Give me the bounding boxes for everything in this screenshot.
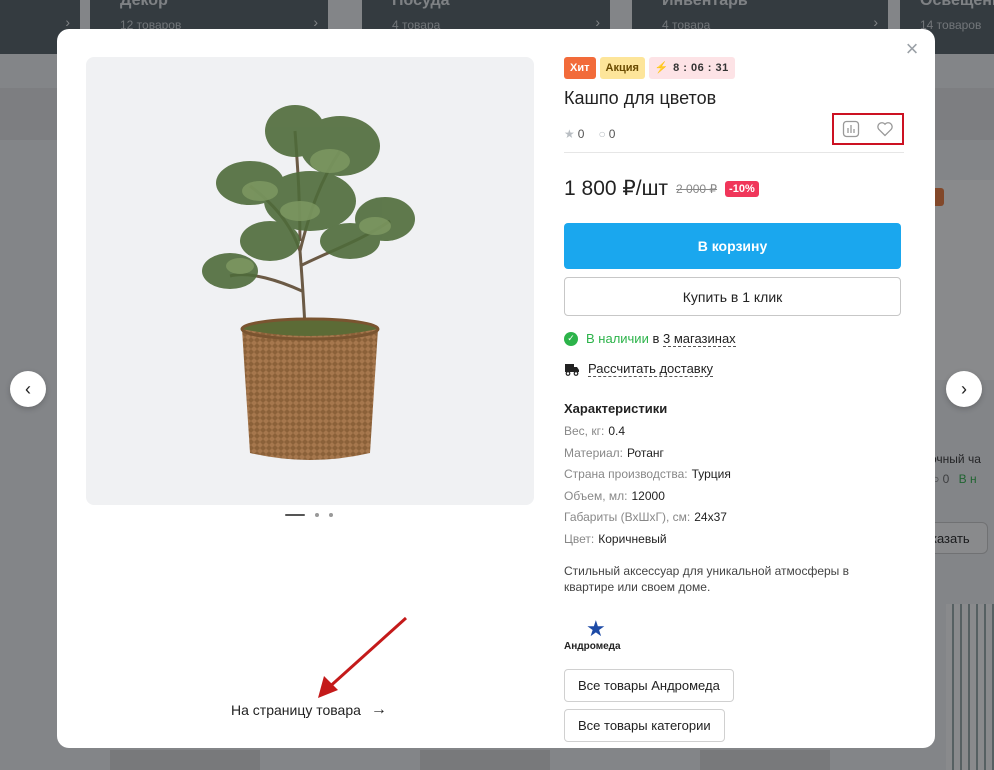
close-button[interactable]: × bbox=[903, 38, 921, 60]
brand-logo[interactable]: ★ Андромеда bbox=[564, 615, 634, 655]
buy-one-click-button[interactable]: Купить в 1 клик bbox=[564, 277, 901, 316]
delivery-row[interactable]: Рассчитать доставку bbox=[564, 361, 904, 377]
heart-icon[interactable] bbox=[876, 120, 894, 138]
gallery-dot[interactable] bbox=[285, 514, 305, 516]
product-description: Стильный аксессуар для уникальной атмосф… bbox=[564, 563, 850, 594]
promo-badge: Акция bbox=[599, 57, 645, 79]
compare-icon[interactable] bbox=[842, 120, 860, 138]
product-title: Кашпо для цветов bbox=[564, 88, 717, 108]
brand-products-button[interactable]: Все товары Андромеда bbox=[564, 668, 734, 702]
check-icon: ✓ bbox=[564, 331, 578, 346]
to-product-label: На страницу товара bbox=[231, 702, 361, 718]
price: 1 800 ₽/шт bbox=[564, 177, 669, 200]
star-icon: ★ bbox=[586, 615, 606, 641]
prev-product-button[interactable]: ‹ bbox=[10, 371, 46, 407]
chevron-left-icon: ‹ bbox=[25, 378, 31, 399]
annotation-arrow bbox=[318, 616, 408, 698]
characteristics-list: Вес, кг: 0.4 Материал: Ротанг Страна произ… bbox=[564, 424, 904, 547]
to-product-link[interactable]: На страницу товара → bbox=[231, 701, 387, 719]
rating[interactable]: ★ 0 bbox=[564, 127, 584, 141]
category-products-button[interactable]: Все товары категории bbox=[564, 708, 725, 742]
characteristic-row: Цвет: Коричневый bbox=[564, 531, 667, 546]
product-info: Хит Акция ⚡ 8 : 06 : 31 Кашпо для цветов… bbox=[564, 57, 904, 742]
next-product-button[interactable]: › bbox=[946, 371, 982, 407]
rating-row: ★ 0 ○ 0 bbox=[564, 113, 904, 153]
characteristic-row: Вес, кг: 0.4 bbox=[564, 424, 625, 438]
quick-view-modal: × На страницу товара → Хит Акция ⚡ 8: 0… bbox=[57, 29, 935, 748]
gallery-dots[interactable] bbox=[285, 513, 333, 517]
timer-value: 8 : 06 : 31 bbox=[673, 62, 729, 74]
comment-icon: ○ bbox=[598, 127, 606, 141]
reviews[interactable]: ○ 0 bbox=[598, 127, 615, 141]
brand-name: Андромеда bbox=[564, 640, 621, 652]
hit-badge: Хит bbox=[564, 57, 596, 79]
stock-status: ✓ В наличии в 3 магазинах bbox=[564, 331, 904, 347]
star-icon: ★ bbox=[564, 127, 575, 141]
gallery-dot[interactable] bbox=[315, 513, 319, 517]
stock-in: в bbox=[652, 331, 660, 346]
highlighted-actions bbox=[832, 113, 904, 145]
timer-badge: ⚡ 8 : 06 : 31 bbox=[648, 57, 735, 79]
add-to-cart-button[interactable]: В корзину bbox=[564, 223, 901, 269]
discount-badge: -10% bbox=[725, 180, 759, 197]
characteristics-title: Характеристики bbox=[564, 401, 668, 416]
arrow-right-icon: → bbox=[370, 701, 387, 718]
truck-icon bbox=[565, 364, 579, 376]
product-image-gallery[interactable] bbox=[86, 57, 534, 505]
chevron-right-icon: › bbox=[961, 378, 967, 399]
characteristic-row: Материал: Ротанг bbox=[564, 445, 664, 460]
close-icon: × bbox=[905, 36, 919, 61]
stock-available: В наличии bbox=[586, 331, 649, 346]
characteristic-row: Страна производства: Турция bbox=[564, 467, 731, 482]
stores-link[interactable]: 3 магазинах bbox=[663, 331, 736, 347]
gallery-dot[interactable] bbox=[329, 513, 333, 517]
product-image bbox=[202, 105, 415, 460]
delivery-link[interactable]: Рассчитать доставку bbox=[588, 361, 714, 377]
badges: Хит Акция ⚡ 8 : 06 : 31 bbox=[564, 57, 904, 79]
lightning-icon: ⚡ bbox=[654, 62, 670, 74]
characteristic-row: Габариты (ВхШхГ), см: 24х37 bbox=[564, 510, 727, 525]
old-price: 2 000 ₽ bbox=[676, 181, 718, 196]
price-row: 1 800 ₽/шт 2 000 ₽ -10% bbox=[564, 176, 904, 201]
characteristic-row: Объем, мл: 12000 bbox=[564, 488, 665, 503]
